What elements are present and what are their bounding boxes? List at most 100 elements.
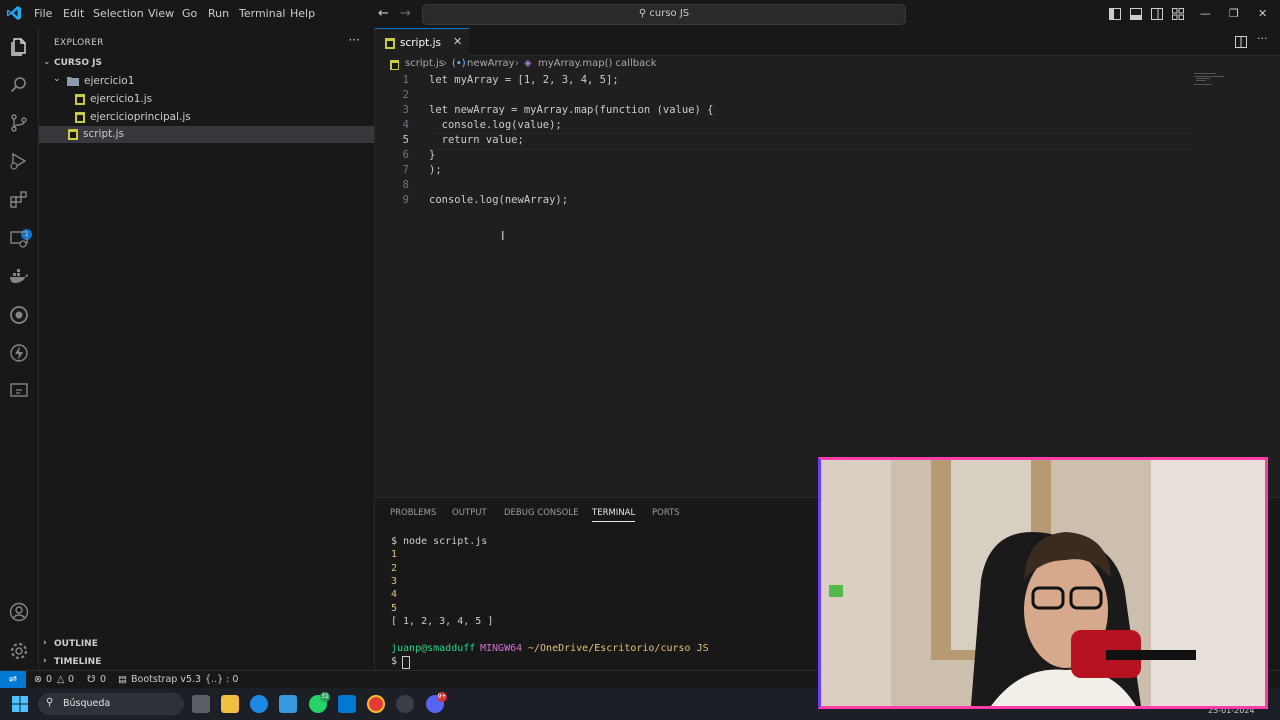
streamer-webcam-image: [821, 460, 1265, 706]
source-control-icon[interactable]: [8, 112, 30, 134]
file-ejercicio1-js[interactable]: ejercicio1.js: [39, 91, 374, 108]
breadcrumb-callback[interactable]: myArray.map() callback: [538, 58, 657, 69]
toggle-panel-icon[interactable]: [1130, 8, 1142, 20]
vscode-taskbar-icon[interactable]: [338, 695, 356, 713]
settings-gear-icon[interactable]: [8, 640, 30, 662]
menu-terminal[interactable]: Terminal: [239, 7, 286, 20]
timeline-section[interactable]: › TIMELINE: [39, 654, 374, 671]
error-count[interactable]: 0: [46, 674, 52, 685]
close-tab-icon[interactable]: ✕: [453, 35, 462, 48]
code-text: let myArray = [1, 2, 3, 4, 5];: [429, 74, 619, 86]
minimap[interactable]: [1192, 70, 1232, 90]
explorer-title: EXPLORER: [54, 38, 104, 48]
line-number: 3: [402, 104, 409, 116]
menu-run[interactable]: Run: [208, 7, 229, 20]
copilot-icon[interactable]: [8, 304, 30, 326]
close-window-icon[interactable]: ✕: [1258, 7, 1267, 20]
line-number: 6: [402, 149, 409, 161]
warning-icon[interactable]: △: [57, 674, 64, 685]
ports-count[interactable]: 0: [100, 674, 106, 685]
taskbar-search-label: Búsqueda: [63, 698, 111, 709]
thunder-client-icon[interactable]: [8, 342, 30, 364]
chrome-icon[interactable]: [367, 695, 385, 713]
maximize-icon[interactable]: ❐: [1229, 7, 1239, 20]
microsoft-store-icon[interactable]: [279, 695, 297, 713]
docker-icon[interactable]: [8, 266, 30, 288]
terminal-output: 2: [391, 563, 398, 574]
menu-edit[interactable]: Edit: [63, 7, 84, 20]
file-script-js[interactable]: script.js: [39, 126, 374, 143]
search-icon: ⚲: [46, 697, 54, 708]
bootstrap-icon[interactable]: ▤: [118, 674, 127, 685]
search-icon: ⚲: [638, 8, 650, 19]
toggle-secondary-sidebar-icon[interactable]: [1151, 8, 1163, 20]
back-arrow-icon[interactable]: ←: [378, 6, 389, 21]
terminal-cursor: [402, 656, 410, 669]
split-editor-icon[interactable]: [1235, 36, 1247, 48]
folder-label: ejercicio1: [84, 75, 135, 87]
chevron-right-icon: ›: [43, 638, 47, 648]
minimize-icon[interactable]: —: [1200, 7, 1211, 20]
search-icon[interactable]: [8, 74, 30, 96]
menu-go[interactable]: Go: [182, 7, 197, 20]
more-actions-icon[interactable]: ···: [349, 33, 360, 47]
whatsapp-badge: 31: [320, 692, 330, 702]
github-desktop-icon[interactable]: [396, 695, 414, 713]
method-icon: ◈: [524, 58, 532, 69]
ports-icon[interactable]: ☋: [87, 674, 95, 685]
braces-status[interactable]: {..} : 0: [205, 674, 238, 685]
account-icon[interactable]: [8, 601, 30, 623]
webcam-overlay: [818, 457, 1268, 709]
workspace-root[interactable]: ⌄ CURSO JS: [39, 56, 374, 73]
edge-icon[interactable]: [250, 695, 268, 713]
tab-script-js[interactable]: script.js ✕: [375, 28, 469, 56]
code-text: console.log(newArray);: [429, 194, 569, 206]
live-share-icon[interactable]: [8, 380, 30, 402]
menu-help[interactable]: Help: [290, 7, 315, 20]
remote-indicator-icon[interactable]: ⇌: [0, 671, 26, 689]
taskbar-search[interactable]: ⚲ Búsqueda: [38, 693, 184, 715]
menu-file[interactable]: File: [34, 7, 52, 20]
panel-tab-ports[interactable]: PORTS: [652, 508, 680, 518]
command-center-search[interactable]: ⚲ curso JS: [422, 4, 906, 25]
more-actions-icon[interactable]: ···: [1257, 32, 1268, 45]
panel-tab-debug-console[interactable]: DEBUG CONSOLE: [504, 508, 578, 518]
customize-layout-icon[interactable]: [1172, 8, 1184, 20]
file-ejercicioprincipal-js[interactable]: ejercicioprincipal.js: [39, 109, 374, 126]
line-number: 9: [402, 194, 409, 206]
panel-tab-terminal[interactable]: TERMINAL: [592, 508, 636, 522]
breadcrumb-file[interactable]: script.js: [405, 58, 444, 69]
task-view-icon[interactable]: [192, 695, 210, 713]
outline-label: OUTLINE: [54, 639, 98, 649]
line-number: 4: [402, 119, 409, 131]
error-icon[interactable]: ⊗: [34, 674, 42, 685]
warning-count[interactable]: 0: [68, 674, 74, 685]
terminal-output: 5: [391, 603, 398, 614]
breadcrumb-symbol[interactable]: newArray: [467, 58, 515, 69]
folder-ejercicio1[interactable]: ⌄ ejercicio1: [39, 73, 374, 90]
chevron-down-icon: ⌄: [43, 57, 51, 67]
panel-tab-problems[interactable]: PROBLEMS: [390, 508, 436, 518]
terminal-output: 3: [391, 576, 398, 587]
remote-explorer-icon[interactable]: [8, 228, 30, 250]
terminal-prompt-path: ~/OneDrive/Escritorio/curso JS: [528, 643, 709, 654]
bootstrap-status[interactable]: Bootstrap v5.3: [131, 674, 201, 685]
variable-icon: (•): [452, 58, 466, 69]
menu-view[interactable]: View: [148, 7, 174, 20]
toggle-primary-sidebar-icon[interactable]: [1109, 8, 1121, 20]
extensions-icon[interactable]: [8, 188, 30, 210]
code-line: 6 }: [375, 149, 1185, 164]
discord-badge: 9+: [437, 692, 447, 702]
editor-tabs: script.js ✕ ···: [375, 28, 1280, 56]
command-center-label: curso JS: [649, 8, 690, 19]
forward-arrow-icon[interactable]: →: [400, 6, 411, 21]
menu-selection[interactable]: Selection: [93, 7, 144, 20]
files-icon[interactable]: [8, 36, 30, 58]
file-explorer-icon[interactable]: [221, 695, 239, 713]
panel-tab-output[interactable]: OUTPUT: [452, 508, 487, 518]
outline-section[interactable]: › OUTLINE: [39, 636, 374, 653]
windows-start-icon[interactable]: [12, 696, 28, 712]
activity-bar: 1: [0, 28, 39, 670]
terminal-output: [ 1, 2, 3, 4, 5 ]: [391, 616, 494, 627]
run-debug-icon[interactable]: [8, 150, 30, 172]
